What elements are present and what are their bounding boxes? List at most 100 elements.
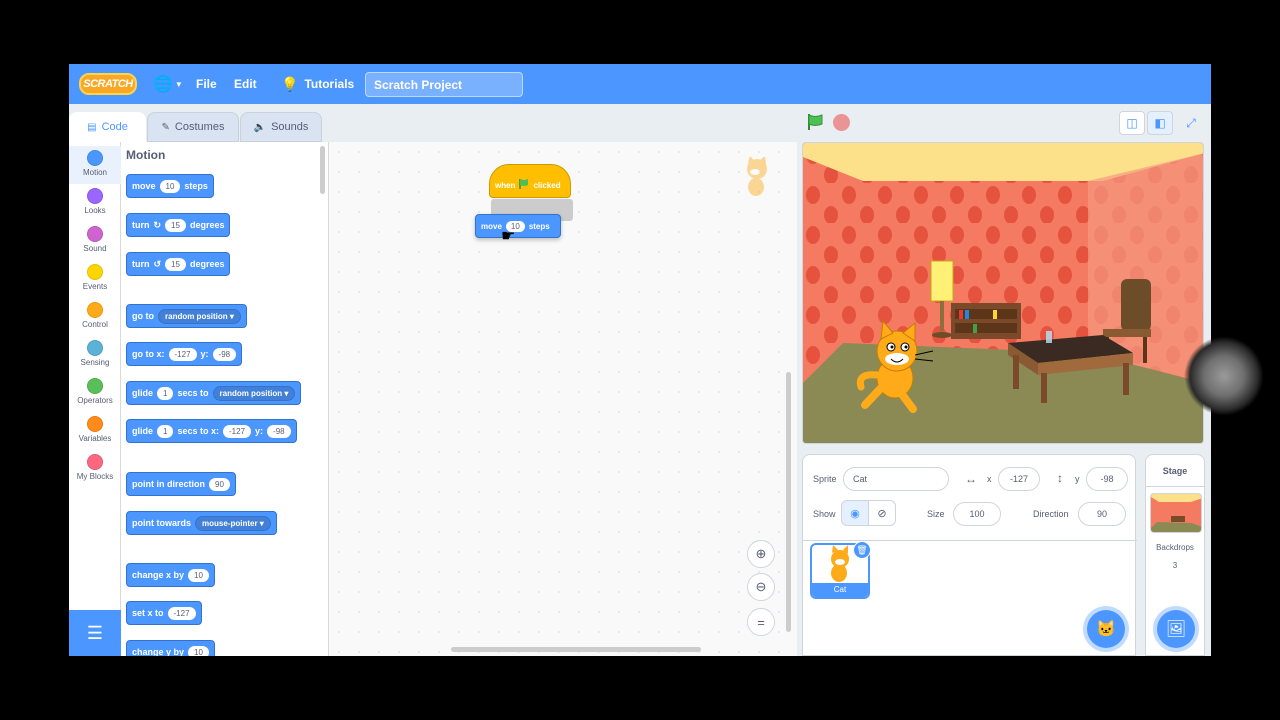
x-input[interactable]: -127 bbox=[167, 606, 196, 620]
x-change-input[interactable]: 10 bbox=[188, 568, 209, 582]
sprite-name-input[interactable]: Cat bbox=[843, 467, 949, 491]
sprite-label: Sprite bbox=[813, 474, 837, 484]
script-workspace[interactable]: when clicked move 10 steps ☛ ⊕ ⊖ = bbox=[329, 142, 797, 656]
x-input[interactable]: -127 bbox=[223, 424, 252, 438]
x-label: x bbox=[987, 474, 992, 484]
file-menu[interactable]: File bbox=[196, 64, 217, 104]
stage-target-pane[interactable]: Stage Backdrops 3 🖼 bbox=[1145, 454, 1205, 656]
target-dropdown[interactable]: mouse-pointer ▾ bbox=[195, 515, 271, 531]
tab-sounds[interactable]: 🔈 Sounds bbox=[240, 112, 322, 142]
backdrop-thumbnail bbox=[1150, 493, 1202, 533]
category-looks-dot bbox=[87, 188, 103, 204]
category-my-blocks-dot bbox=[87, 454, 103, 470]
direction-input[interactable]: 90 bbox=[209, 477, 230, 491]
steps-input[interactable]: 10 bbox=[159, 179, 181, 193]
direction-input[interactable]: 90 bbox=[1078, 502, 1126, 526]
glide-to-xy-block[interactable]: glide 1 secs to x: -127 y: -98 bbox=[126, 419, 297, 443]
target-dropdown[interactable]: random position ▾ bbox=[212, 385, 296, 401]
small-stage-button[interactable]: ◫ bbox=[1119, 111, 1145, 135]
move-steps-block[interactable]: move 10 steps bbox=[126, 174, 214, 198]
change-x-block[interactable]: change x by 10 bbox=[126, 563, 215, 587]
zoom-out-button[interactable]: ⊖ bbox=[747, 573, 775, 601]
palette-category-title: Motion bbox=[126, 148, 166, 162]
dropdown-value: random position bbox=[219, 388, 283, 398]
eye-icon: ◉ bbox=[850, 507, 860, 520]
x-input[interactable]: -127 bbox=[168, 347, 197, 361]
category-operators[interactable]: Operators bbox=[69, 374, 121, 412]
dropdown-value: random position bbox=[165, 311, 228, 321]
y-change-input[interactable]: 10 bbox=[188, 645, 209, 656]
degrees-input[interactable]: 15 bbox=[165, 257, 186, 271]
tab-costumes[interactable]: ✎ Costumes bbox=[147, 112, 239, 142]
y-input[interactable]: -98 bbox=[212, 347, 237, 361]
fullscreen-button[interactable]: ⤢ bbox=[1178, 111, 1204, 135]
x-input[interactable]: -127 bbox=[998, 467, 1040, 491]
palette-scrollbar[interactable] bbox=[320, 146, 325, 194]
code-icon: ▤ bbox=[87, 121, 97, 133]
when-flag-clicked-block[interactable]: when clicked bbox=[489, 164, 571, 198]
sprite-pane: Sprite Cat ↔ x -127 ↕ y -98 Show ◉ ⊘ Siz… bbox=[802, 454, 1137, 656]
sprite-info: Sprite Cat ↔ x -127 ↕ y -98 Show ◉ ⊘ Siz… bbox=[803, 455, 1137, 541]
category-my-blocks[interactable]: My Blocks bbox=[69, 450, 121, 488]
choose-sprite-button[interactable]: 🐱 bbox=[1087, 610, 1125, 648]
glide-to-block[interactable]: glide 1 secs to random position ▾ bbox=[126, 381, 302, 405]
category-events[interactable]: Events bbox=[69, 260, 121, 298]
target-dropdown[interactable]: random position ▾ bbox=[158, 308, 241, 324]
vertical-scrollbar[interactable] bbox=[786, 372, 791, 632]
scratch-logo[interactable]: SCRATCH bbox=[79, 73, 137, 95]
category-motion[interactable]: Motion bbox=[69, 146, 121, 184]
backdrops-count: 3 bbox=[1172, 561, 1178, 570]
block-text: glide bbox=[132, 426, 154, 436]
category-looks[interactable]: Looks bbox=[69, 184, 121, 222]
hide-sprite-button[interactable]: ⊘ bbox=[868, 500, 896, 526]
category-control[interactable]: Control bbox=[69, 298, 121, 336]
category-sensing[interactable]: Sensing bbox=[69, 336, 121, 374]
block-text: y: bbox=[200, 349, 209, 359]
normal-stage-button[interactable]: ◧ bbox=[1147, 111, 1173, 135]
tutorials-menu[interactable]: 💡 Tutorials bbox=[281, 64, 354, 104]
degrees-input[interactable]: 15 bbox=[165, 218, 186, 232]
go-to-xy-block[interactable]: go to x: -127 y: -98 bbox=[126, 342, 243, 366]
category-variables[interactable]: Variables bbox=[69, 412, 121, 450]
turn-left-block[interactable]: turn ↺ 15 degrees bbox=[126, 252, 231, 276]
tab-sounds-label: Sounds bbox=[271, 121, 309, 133]
go-to-block[interactable]: go to random position ▾ bbox=[126, 304, 247, 328]
category-sound[interactable]: Sound bbox=[69, 222, 121, 260]
project-title-input[interactable]: Scratch Project bbox=[365, 72, 523, 97]
block-text: y: bbox=[255, 426, 264, 436]
stop-button[interactable] bbox=[833, 114, 850, 131]
block-text: glide bbox=[132, 388, 154, 398]
y-input[interactable]: -98 bbox=[1086, 467, 1128, 491]
cat-add-icon: 🐱 bbox=[1096, 621, 1116, 638]
change-y-block[interactable]: change y by 10 bbox=[126, 640, 215, 656]
dragged-move-block[interactable]: move 10 steps bbox=[475, 214, 561, 238]
tab-code[interactable]: ▤ Code bbox=[69, 112, 146, 142]
category-sensing-dot bbox=[87, 340, 103, 356]
point-towards-block[interactable]: point towards mouse-pointer ▾ bbox=[126, 511, 277, 535]
category-label: Control bbox=[82, 320, 108, 329]
secs-input[interactable]: 1 bbox=[157, 424, 174, 438]
size-input[interactable]: 100 bbox=[953, 502, 1001, 526]
delete-sprite-button[interactable]: 🗑 bbox=[853, 541, 871, 559]
set-x-block[interactable]: set x to -127 bbox=[126, 601, 202, 625]
block-text: go to bbox=[132, 311, 154, 321]
reset-zoom-icon: = bbox=[757, 614, 765, 630]
point-in-direction-block[interactable]: point in direction 90 bbox=[126, 472, 236, 496]
green-flag-icon bbox=[519, 179, 529, 189]
category-label: Variables bbox=[78, 434, 112, 443]
y-input[interactable]: -98 bbox=[267, 424, 291, 438]
language-menu[interactable]: 🌐 ▼ bbox=[153, 64, 183, 104]
stage-header: ◫ ◧ ⤢ bbox=[797, 104, 1211, 142]
edit-menu[interactable]: Edit bbox=[234, 64, 257, 104]
add-extension-button[interactable]: ☰ bbox=[69, 610, 121, 656]
block-text: move bbox=[481, 221, 502, 231]
turn-right-block[interactable]: turn ↻ 15 degrees bbox=[126, 213, 231, 237]
horizontal-scrollbar[interactable] bbox=[451, 647, 701, 652]
choose-backdrop-button[interactable]: 🖼 bbox=[1157, 610, 1195, 648]
secs-input[interactable]: 1 bbox=[157, 386, 174, 400]
zoom-in-button[interactable]: ⊕ bbox=[747, 540, 775, 568]
zoom-reset-button[interactable]: = bbox=[747, 608, 775, 636]
stage-canvas[interactable] bbox=[802, 142, 1204, 444]
show-sprite-button[interactable]: ◉ bbox=[841, 500, 869, 526]
green-flag-button[interactable] bbox=[805, 112, 825, 132]
